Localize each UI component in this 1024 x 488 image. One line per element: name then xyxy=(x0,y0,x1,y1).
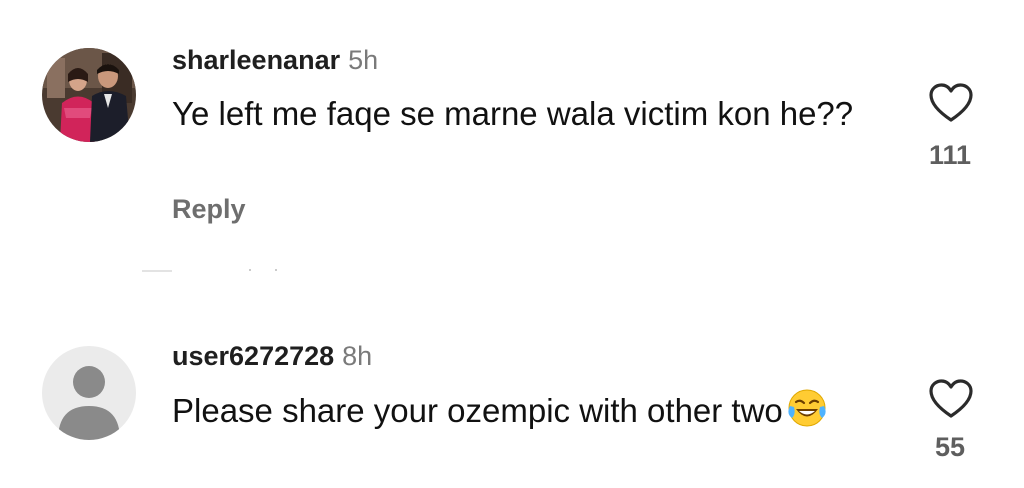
username[interactable]: sharleenanar xyxy=(172,45,340,75)
comment-meta: sharleenanar 5h xyxy=(172,44,378,76)
comment-text: Please share your ozempic with other two xyxy=(172,388,892,439)
like-button[interactable] xyxy=(928,82,974,124)
default-avatar-icon xyxy=(42,346,136,440)
comment-body: Ye left me faqe se marne wala victim kon… xyxy=(172,95,854,132)
username[interactable]: user6272728 xyxy=(172,341,334,371)
comment-body: Please share your ozempic with other two xyxy=(172,392,783,429)
timestamp: 8h xyxy=(342,341,373,371)
like-button[interactable] xyxy=(928,378,974,420)
like-count: 111 xyxy=(928,140,972,170)
avatar[interactable] xyxy=(42,346,136,440)
heart-icon xyxy=(929,379,973,418)
divider xyxy=(142,269,277,272)
face-with-tears-of-joy-icon xyxy=(787,388,827,439)
like-count: 55 xyxy=(934,432,966,462)
comment-meta: user6272728 8h xyxy=(172,340,372,372)
timestamp: 5h xyxy=(348,45,379,75)
comment-text: Ye left me faqe se marne wala victim kon… xyxy=(172,92,892,136)
avatar-photo xyxy=(42,48,136,142)
reply-button[interactable]: Reply xyxy=(172,194,246,225)
heart-icon xyxy=(929,83,973,122)
avatar[interactable] xyxy=(42,48,136,142)
